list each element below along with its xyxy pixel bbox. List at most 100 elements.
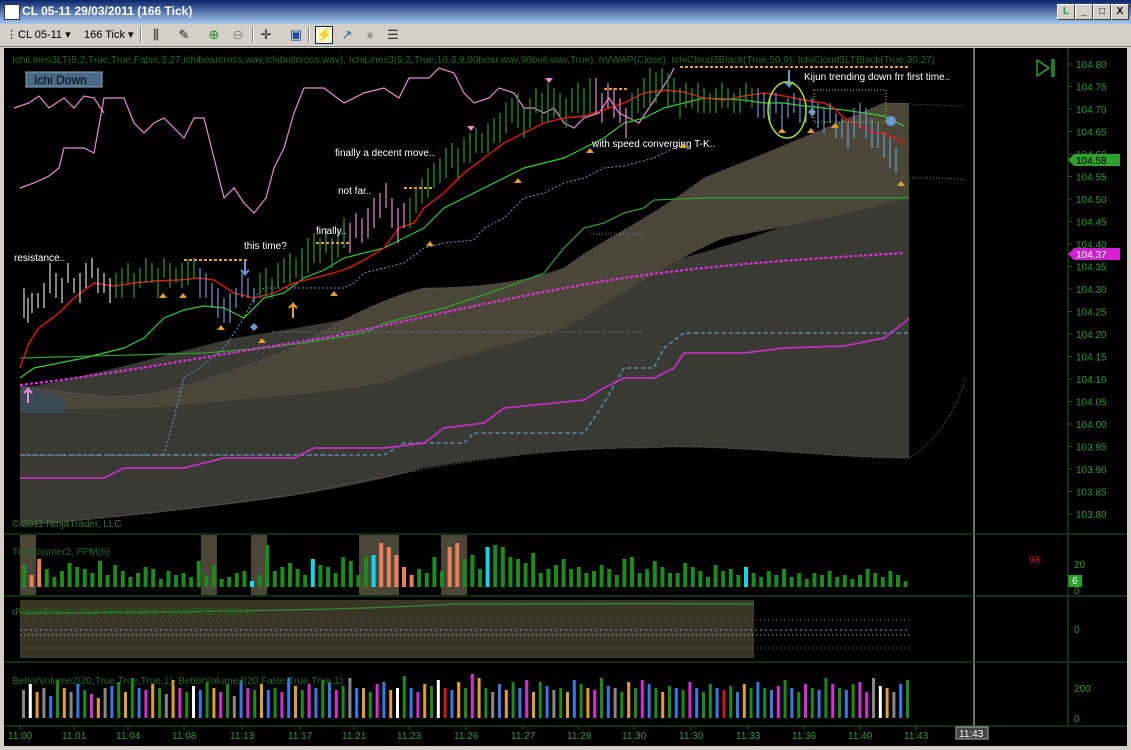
volume-bar — [484, 688, 488, 718]
price-tick-label: 104.50 — [1076, 195, 1107, 206]
tick-bar — [858, 575, 862, 587]
volume-bar — [776, 686, 780, 718]
price-tick-label: 104.70 — [1076, 105, 1107, 116]
tick-bar — [288, 563, 292, 587]
volume-bar — [232, 696, 236, 718]
price-tick-label: 103.95 — [1076, 443, 1107, 454]
bar-style-icon[interactable]: ⫼ — [148, 27, 164, 43]
play-icon[interactable] — [1036, 58, 1055, 78]
volume-bar — [198, 690, 202, 718]
tick-bar — [143, 567, 148, 587]
tick-bar — [812, 573, 817, 587]
volume-bar — [423, 684, 427, 718]
annotation-resistance: resistance.. — [14, 253, 65, 264]
volume-bar — [164, 694, 168, 718]
crosshair-icon[interactable]: ✛ — [258, 27, 274, 43]
cloud-mid-edge — [908, 177, 967, 181]
volume-bar — [192, 686, 195, 718]
annotation-finally: finally.. — [316, 226, 346, 237]
price-tick-label: 104.30 — [1076, 285, 1107, 296]
tick-bar — [341, 557, 346, 587]
volume-bar — [219, 692, 223, 718]
tick-bar — [759, 577, 764, 587]
time-tick-label: 11:36 — [792, 731, 817, 742]
price-tick-label: 104.00 — [1076, 420, 1107, 431]
drawing-tool-icon[interactable]: ✎ — [176, 27, 192, 43]
tick-bar — [462, 559, 467, 587]
zoom-in-icon[interactable]: ⊕ — [206, 27, 222, 43]
volume-bar — [178, 688, 182, 718]
volume-bar — [899, 684, 903, 718]
tick-bar — [873, 573, 878, 587]
close-button[interactable]: X — [1111, 4, 1129, 20]
toolbar-separator — [252, 27, 254, 43]
annotation-this-time: this time? — [244, 241, 287, 252]
record-icon[interactable]: ● — [362, 27, 378, 43]
strategy-icon[interactable]: ⚡ — [315, 26, 333, 44]
tick-bar — [569, 569, 574, 587]
tick-bar — [60, 571, 64, 587]
tick-bar — [75, 567, 80, 587]
tick-bar — [660, 567, 665, 587]
volume-bar — [389, 690, 393, 718]
tick-bar — [280, 567, 285, 587]
volume-bar — [620, 692, 624, 718]
volume-bar — [260, 684, 263, 718]
volume-bar — [831, 684, 835, 718]
volume-bar — [205, 682, 209, 718]
price-tick-label: 104.65 — [1076, 128, 1107, 139]
time-tick-label: 11:13 — [230, 731, 255, 742]
volume-bar — [878, 686, 882, 718]
tick-bar — [850, 579, 855, 587]
volume-bar — [103, 688, 107, 718]
tick-bar — [599, 565, 604, 587]
volume-bar — [742, 684, 746, 718]
data-box-icon[interactable]: ☰ — [385, 27, 401, 43]
instrument-label: CL 05-11 — [18, 29, 63, 41]
tick-bar — [797, 573, 802, 587]
properties-icon[interactable]: ▣ — [288, 27, 304, 43]
price-tick-label: 104.80 — [1076, 60, 1107, 71]
volume-bar — [294, 686, 297, 718]
volume-panel: BetterVolume2(20,True,True,True,1), Bett… — [4, 661, 1127, 726]
tick-bar — [128, 577, 133, 587]
title-bar[interactable]: CL 05-11 29/03/2011 (166 Tick) L _ □ X — [0, 0, 1131, 24]
tick-bar — [447, 547, 452, 587]
annotation-converging: with speed converging T-K.. — [591, 139, 715, 150]
time-tick-label: 11:08 — [172, 731, 197, 742]
zoom-out-icon[interactable]: ⊖ — [230, 27, 246, 43]
tick-bar — [120, 571, 125, 587]
tick-bar — [903, 581, 908, 587]
volume-bar — [872, 678, 875, 718]
volume-bar — [355, 688, 359, 718]
ichi-badge-text: Ichi Down — [34, 73, 87, 87]
volume-bar — [49, 696, 53, 718]
maximize-button[interactable]: □ — [1093, 4, 1111, 20]
tick-bar — [212, 565, 216, 587]
time-tick-label: 11:29 — [567, 731, 592, 742]
tick-bar — [166, 571, 171, 587]
indicators-icon[interactable]: ↗ — [339, 27, 355, 43]
instrument-selector[interactable]: CL 05-11 ▾ — [18, 26, 71, 44]
volume-bar — [770, 690, 773, 718]
volume-bar — [790, 688, 794, 718]
tick-bar — [508, 557, 513, 587]
tick-bar — [584, 573, 589, 587]
volume-bar — [572, 680, 576, 718]
volume-bar — [280, 692, 284, 718]
chart-canvas[interactable]: 104.80104.75104.70104.65104.60104.55104.… — [4, 48, 1127, 746]
time-tick-label: 11:00 — [8, 731, 33, 742]
tick-bar — [52, 577, 57, 587]
price-tick-label: 103.85 — [1076, 488, 1107, 499]
volume-bar — [76, 684, 80, 718]
tick-bar — [402, 567, 406, 587]
volume-bar — [314, 688, 318, 718]
interval-selector[interactable]: 166 Tick ▾ — [84, 26, 134, 44]
minimize-button[interactable]: _ — [1075, 4, 1093, 20]
price-tick-label: 103.90 — [1076, 465, 1107, 476]
link-button[interactable]: L — [1057, 4, 1075, 20]
volume-bar — [708, 684, 712, 718]
tick-panel: TickCounter2, FPM(6) 98 6 20 0 — [4, 533, 1127, 597]
price-tick-label: 104.45 — [1076, 218, 1107, 229]
tick-bar — [303, 575, 308, 587]
